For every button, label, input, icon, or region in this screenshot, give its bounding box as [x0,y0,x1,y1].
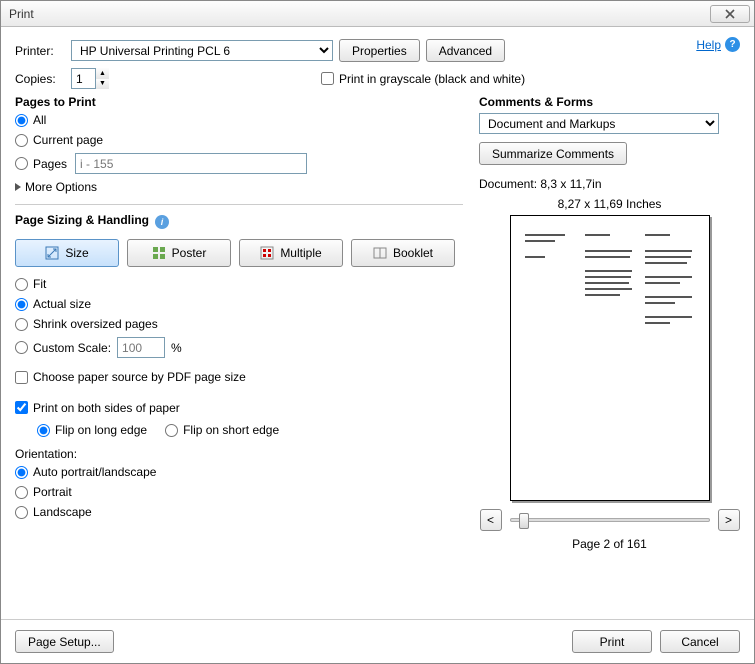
orientation-landscape-radio[interactable]: Landscape [15,505,463,519]
window-title: Print [9,7,34,21]
copies-spinner[interactable]: ▲▼ [95,68,109,89]
paper-dimensions: 8,27 x 11,69 Inches [479,197,740,211]
flip-short-radio[interactable]: Flip on short edge [165,423,279,437]
separator [15,204,463,205]
printer-select[interactable]: HP Universal Printing PCL 6 [71,40,333,61]
tab-booklet[interactable]: Booklet [351,239,455,267]
more-options-toggle[interactable]: More Options [15,180,463,194]
help-label[interactable]: Help [696,38,721,52]
tab-multiple[interactable]: Multiple [239,239,343,267]
slider-thumb[interactable] [519,513,529,529]
grayscale-checkbox[interactable]: Print in grayscale (black and white) [321,72,525,86]
info-icon[interactable]: i [155,215,169,229]
custom-scale-input[interactable] [117,337,165,358]
help-icon: ? [725,37,740,52]
duplex-checkbox[interactable]: Print on both sides of paper [15,401,180,415]
orientation-auto-radio[interactable]: Auto portrait/landscape [15,465,463,479]
advanced-button[interactable]: Advanced [426,39,505,62]
pages-to-print-title: Pages to Print [15,95,463,109]
chevron-right-icon [15,183,21,191]
pages-all-radio[interactable]: All [15,113,463,127]
close-button[interactable] [710,5,750,23]
flip-long-radio[interactable]: Flip on long edge [37,423,147,437]
sizing-title: Page Sizing & Handling [15,213,149,227]
help-link[interactable]: Help ? [696,37,740,52]
comments-forms-title: Comments & Forms [479,95,740,109]
tab-size[interactable]: Size [15,239,119,267]
print-button[interactable]: Print [572,630,652,653]
size-icon [45,246,59,260]
pages-current-radio[interactable]: Current page [15,133,463,147]
pages-range-input[interactable] [75,153,307,174]
shrink-radio[interactable]: Shrink oversized pages [15,317,463,331]
orientation-title: Orientation: [15,447,463,461]
page-preview [510,215,710,501]
multiple-icon [260,246,274,260]
page-setup-button[interactable]: Page Setup... [15,630,114,653]
summarize-comments-button[interactable]: Summarize Comments [479,142,627,165]
tab-poster[interactable]: Poster [127,239,231,267]
comments-forms-select[interactable]: Document and Markups [479,113,719,134]
close-icon [724,9,736,19]
custom-scale-unit: % [171,341,182,355]
poster-icon [152,246,166,260]
preview-slider[interactable] [510,518,710,522]
actual-size-radio[interactable]: Actual size [15,297,463,311]
pages-range-radio[interactable]: Pages [15,157,67,171]
booklet-icon [373,246,387,260]
printer-label: Printer: [15,44,65,58]
orientation-portrait-radio[interactable]: Portrait [15,485,463,499]
properties-button[interactable]: Properties [339,39,420,62]
preview-page-status: Page 2 of 161 [479,537,740,551]
custom-scale-radio[interactable]: Custom Scale: [15,341,111,355]
choose-source-checkbox[interactable]: Choose paper source by PDF page size [15,370,246,384]
copies-label: Copies: [15,72,65,86]
grayscale-label: Print in grayscale (black and white) [339,72,525,86]
fit-radio[interactable]: Fit [15,277,463,291]
preview-next-button[interactable]: > [718,509,740,531]
cancel-button[interactable]: Cancel [660,630,740,653]
titlebar: Print [1,1,754,27]
preview-prev-button[interactable]: < [480,509,502,531]
document-dimensions: Document: 8,3 x 11,7in [479,177,740,191]
